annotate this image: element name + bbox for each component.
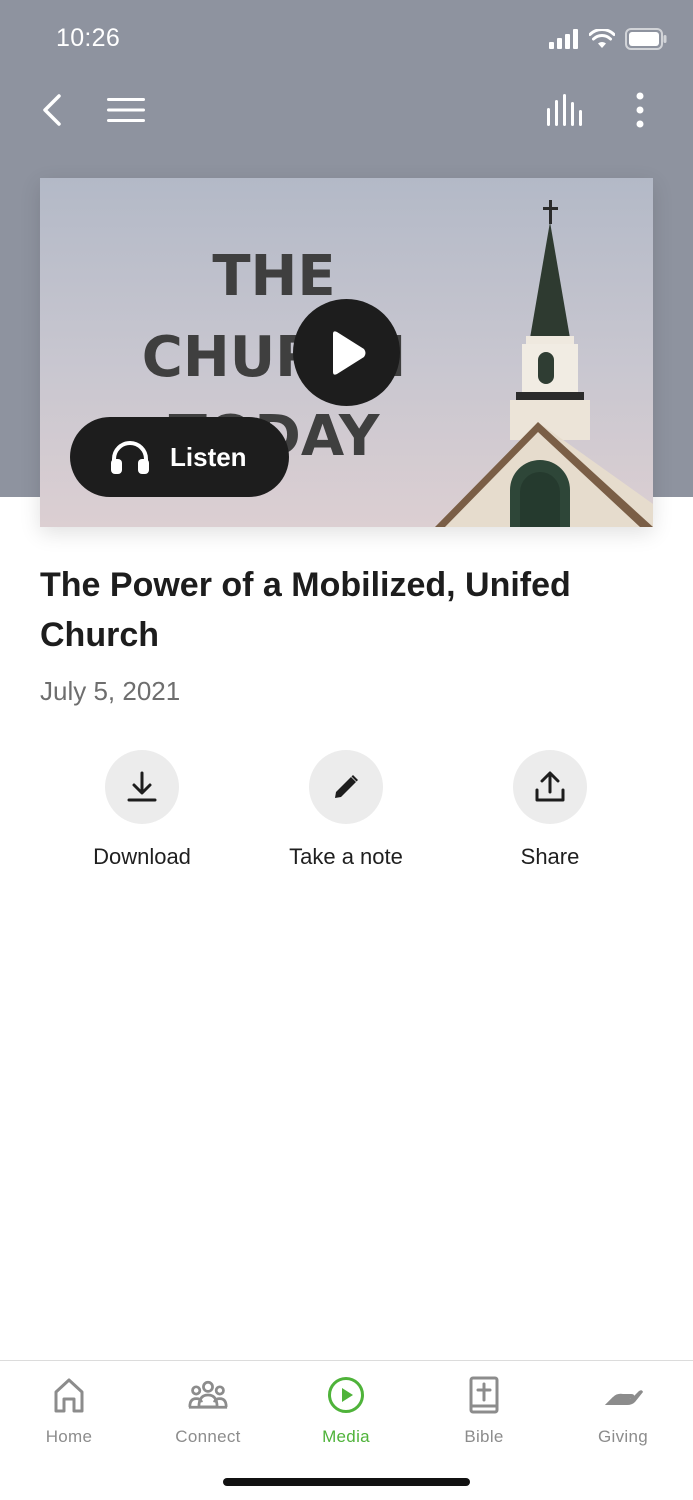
- giving-hand-icon: [605, 1390, 643, 1405]
- download-circle: [105, 750, 179, 824]
- download-label: Download: [93, 844, 191, 869]
- download-icon: [127, 771, 157, 802]
- more-vertical-icon: [636, 92, 644, 128]
- tab-media-label: Media: [322, 1427, 370, 1446]
- navigation-bar: [0, 80, 693, 144]
- sermon-date: July 5, 2021: [40, 676, 181, 706]
- more-options-button[interactable]: [620, 88, 660, 132]
- signal-icon: [549, 29, 578, 49]
- tab-connect[interactable]: Connect: [139, 1375, 277, 1447]
- tab-home[interactable]: Home: [0, 1375, 138, 1447]
- tab-media[interactable]: Media: [277, 1375, 415, 1447]
- tab-connect-label: Connect: [175, 1427, 241, 1446]
- share-label: Share: [520, 844, 580, 869]
- take-note-label: Take a note: [289, 844, 403, 869]
- headphones-icon: [111, 441, 149, 474]
- people-icon: [188, 1380, 228, 1409]
- play-circle-icon: [328, 1377, 364, 1413]
- status-bar: 10:26: [0, 0, 693, 80]
- bible-icon: [469, 1376, 499, 1414]
- back-button[interactable]: [30, 88, 74, 132]
- home-indicator[interactable]: [223, 1478, 470, 1486]
- chevron-left-icon: [43, 94, 61, 126]
- menu-button[interactable]: [104, 90, 148, 130]
- play-button[interactable]: [293, 299, 400, 406]
- tab-bible-label: Bible: [464, 1427, 504, 1446]
- equalizer-icon: [547, 94, 582, 126]
- take-note-circle: [309, 750, 383, 824]
- status-time: 10:26: [56, 24, 121, 52]
- battery-icon: [625, 28, 667, 50]
- share-button[interactable]: Share: [450, 750, 650, 870]
- download-button[interactable]: Download: [42, 750, 242, 870]
- listen-label: Listen: [170, 441, 247, 472]
- hamburger-icon: [107, 98, 145, 122]
- tab-bible[interactable]: Bible: [415, 1375, 553, 1447]
- tab-giving-label: Giving: [598, 1427, 648, 1446]
- play-icon: [332, 330, 365, 375]
- listen-button[interactable]: Listen: [70, 417, 289, 497]
- artwork-title-line1: THE: [212, 244, 335, 309]
- share-icon: [535, 771, 565, 802]
- wifi-icon: [589, 29, 615, 48]
- status-icons: [549, 28, 667, 50]
- tab-giving[interactable]: Giving: [554, 1375, 692, 1447]
- pencil-icon: [335, 775, 358, 798]
- audio-bars-button[interactable]: [542, 90, 590, 130]
- sermon-title: The Power of a Mobilized, Unifed Church: [40, 566, 571, 654]
- share-circle: [513, 750, 587, 824]
- tab-home-label: Home: [45, 1427, 93, 1446]
- take-note-button[interactable]: Take a note: [246, 750, 446, 870]
- home-icon: [54, 1378, 84, 1413]
